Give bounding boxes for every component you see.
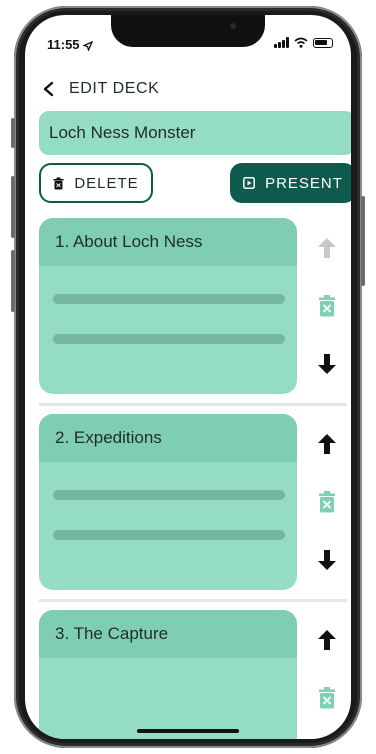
trash-icon [319,687,335,709]
arrow-up-icon [318,238,336,258]
status-time: 11:55 [47,37,94,52]
slide-card[interactable]: 1. About Loch Ness [39,218,297,394]
placeholder-line [53,294,285,304]
move-up-button[interactable] [315,432,339,456]
arrow-down-icon [318,550,336,570]
delete-slide-button[interactable] [315,490,339,514]
wifi-icon [294,37,308,48]
slide-divider [39,599,347,602]
deck-name-input[interactable] [39,111,351,155]
slide-title: 1. About Loch Ness [39,218,297,266]
move-down-button[interactable] [315,352,339,376]
volume-down-button [11,250,15,312]
signal-icon [274,37,289,48]
camera-dot [230,23,236,29]
notch [111,15,265,47]
slide-title: 2. Expeditions [39,414,297,462]
present-button-label: PRESENT [265,174,343,192]
header: EDIT DECK [39,79,159,99]
battery-icon [313,37,333,48]
arrow-down-icon [318,354,336,374]
delete-button-label: DELETE [74,174,139,192]
back-icon[interactable] [39,79,59,99]
move-down-button[interactable] [315,548,339,572]
home-indicator[interactable] [137,729,239,733]
slide-title: 3. The Capture [39,610,297,658]
placeholder-line [53,334,285,344]
arrow-up-icon [318,630,336,650]
delete-slide-button[interactable] [315,294,339,318]
move-up-button [315,236,339,260]
page-title: EDIT DECK [69,80,160,97]
delete-button[interactable]: DELETE [39,163,153,203]
placeholder-line [53,530,285,540]
app-screen: 11:55 EDIT DECK DELETE [25,15,351,739]
delete-slide-button[interactable] [315,686,339,710]
power-button [361,196,365,286]
slide-card[interactable]: 3. The Capture [39,610,297,739]
status-icons [274,37,333,48]
play-square-icon [243,177,256,189]
mute-switch [11,118,15,148]
trash-icon [319,295,335,317]
volume-up-button [11,176,15,238]
trash-icon [53,177,64,189]
slide-divider [39,403,347,406]
present-button[interactable]: PRESENT [230,163,351,203]
arrow-up-icon [318,434,336,454]
slide-card[interactable]: 2. Expeditions [39,414,297,590]
trash-icon [319,491,335,513]
placeholder-line [53,490,285,500]
location-arrow-icon [82,40,94,52]
move-up-button[interactable] [315,628,339,652]
